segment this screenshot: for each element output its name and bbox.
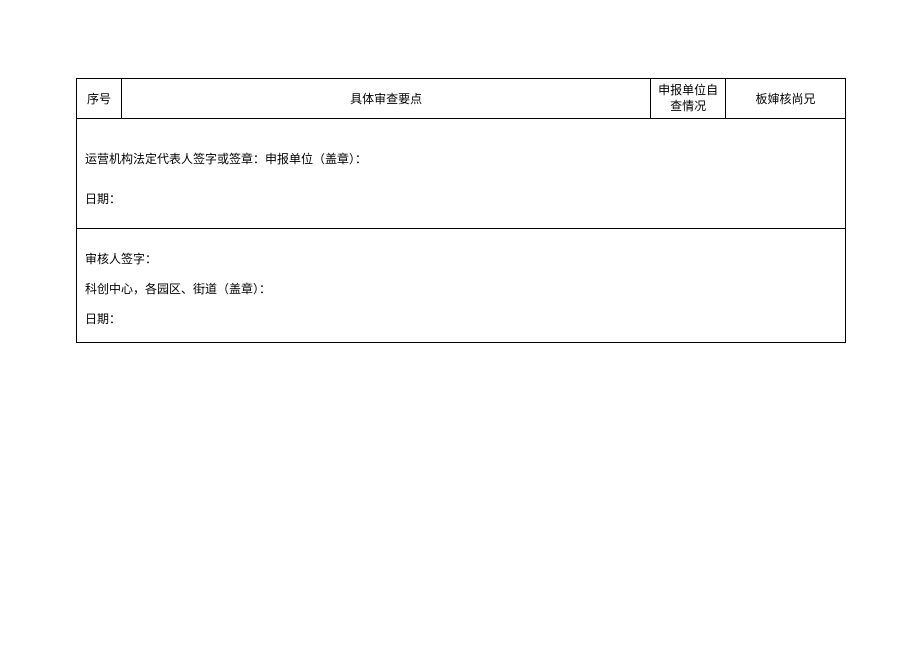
dept-stamp: 科创中心，各园区、街道（盖章）：: [85, 279, 837, 301]
signature-row-1: 运营机构法定代表人签字或签章：申报单位（盖章）： 日期：: [77, 119, 846, 229]
table-header-row: 序号 具体审查要点 申报单位自查情况 板婶核尚兄: [77, 79, 846, 119]
signature-cell-2: 审核人签字： 科创中心，各园区、街道（盖章）： 日期：: [77, 229, 846, 343]
form-table-container: 序号 具体审查要点 申报单位自查情况 板婶核尚兄 运营机构法定代表人签字或签章：…: [76, 78, 846, 343]
sign1-line1: 运营机构法定代表人签字或签章：申报单位（盖章）：: [85, 149, 837, 171]
header-seq: 序号: [77, 79, 122, 119]
form-table: 序号 具体审查要点 申报单位自查情况 板婶核尚兄 运营机构法定代表人签字或签章：…: [76, 78, 846, 343]
header-review: 板婶核尚兄: [726, 79, 846, 119]
sign1-date: 日期：: [85, 189, 837, 211]
signature-row-2: 审核人签字： 科创中心，各园区、街道（盖章）： 日期：: [77, 229, 846, 343]
reviewer-sign: 审核人签字：: [85, 249, 837, 271]
signature-cell-1: 运营机构法定代表人签字或签章：申报单位（盖章）： 日期：: [77, 119, 846, 229]
sign2-date: 日期：: [85, 309, 837, 331]
header-selfcheck: 申报单位自查情况: [651, 79, 726, 119]
header-main: 具体审查要点: [121, 79, 650, 119]
